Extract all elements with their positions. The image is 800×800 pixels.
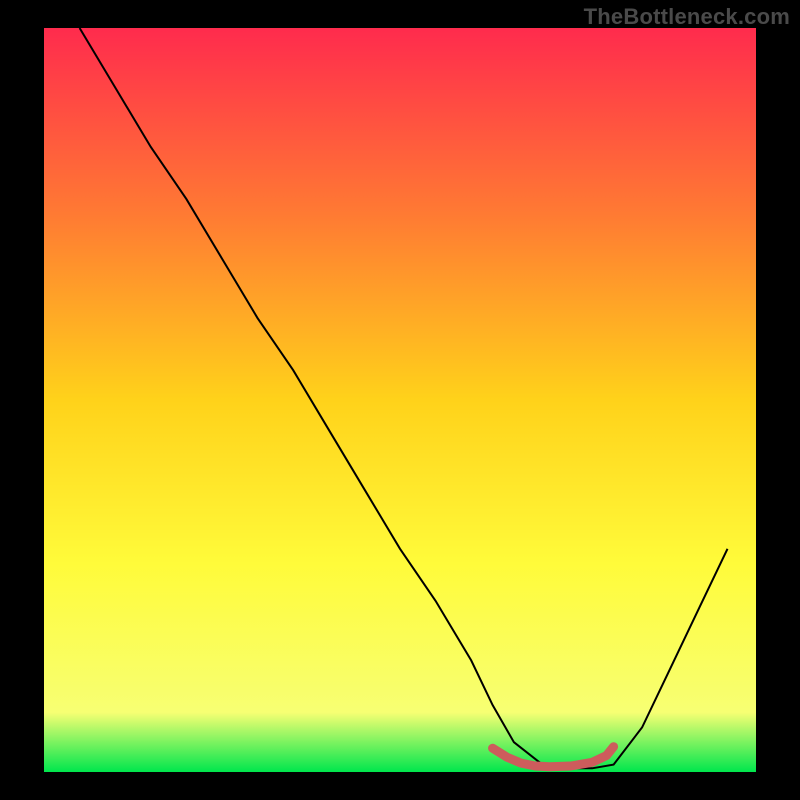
watermark-label: TheBottleneck.com — [584, 4, 790, 30]
gradient-background — [44, 28, 756, 772]
chart-frame: TheBottleneck.com — [0, 0, 800, 800]
bottleneck-chart — [0, 0, 800, 800]
